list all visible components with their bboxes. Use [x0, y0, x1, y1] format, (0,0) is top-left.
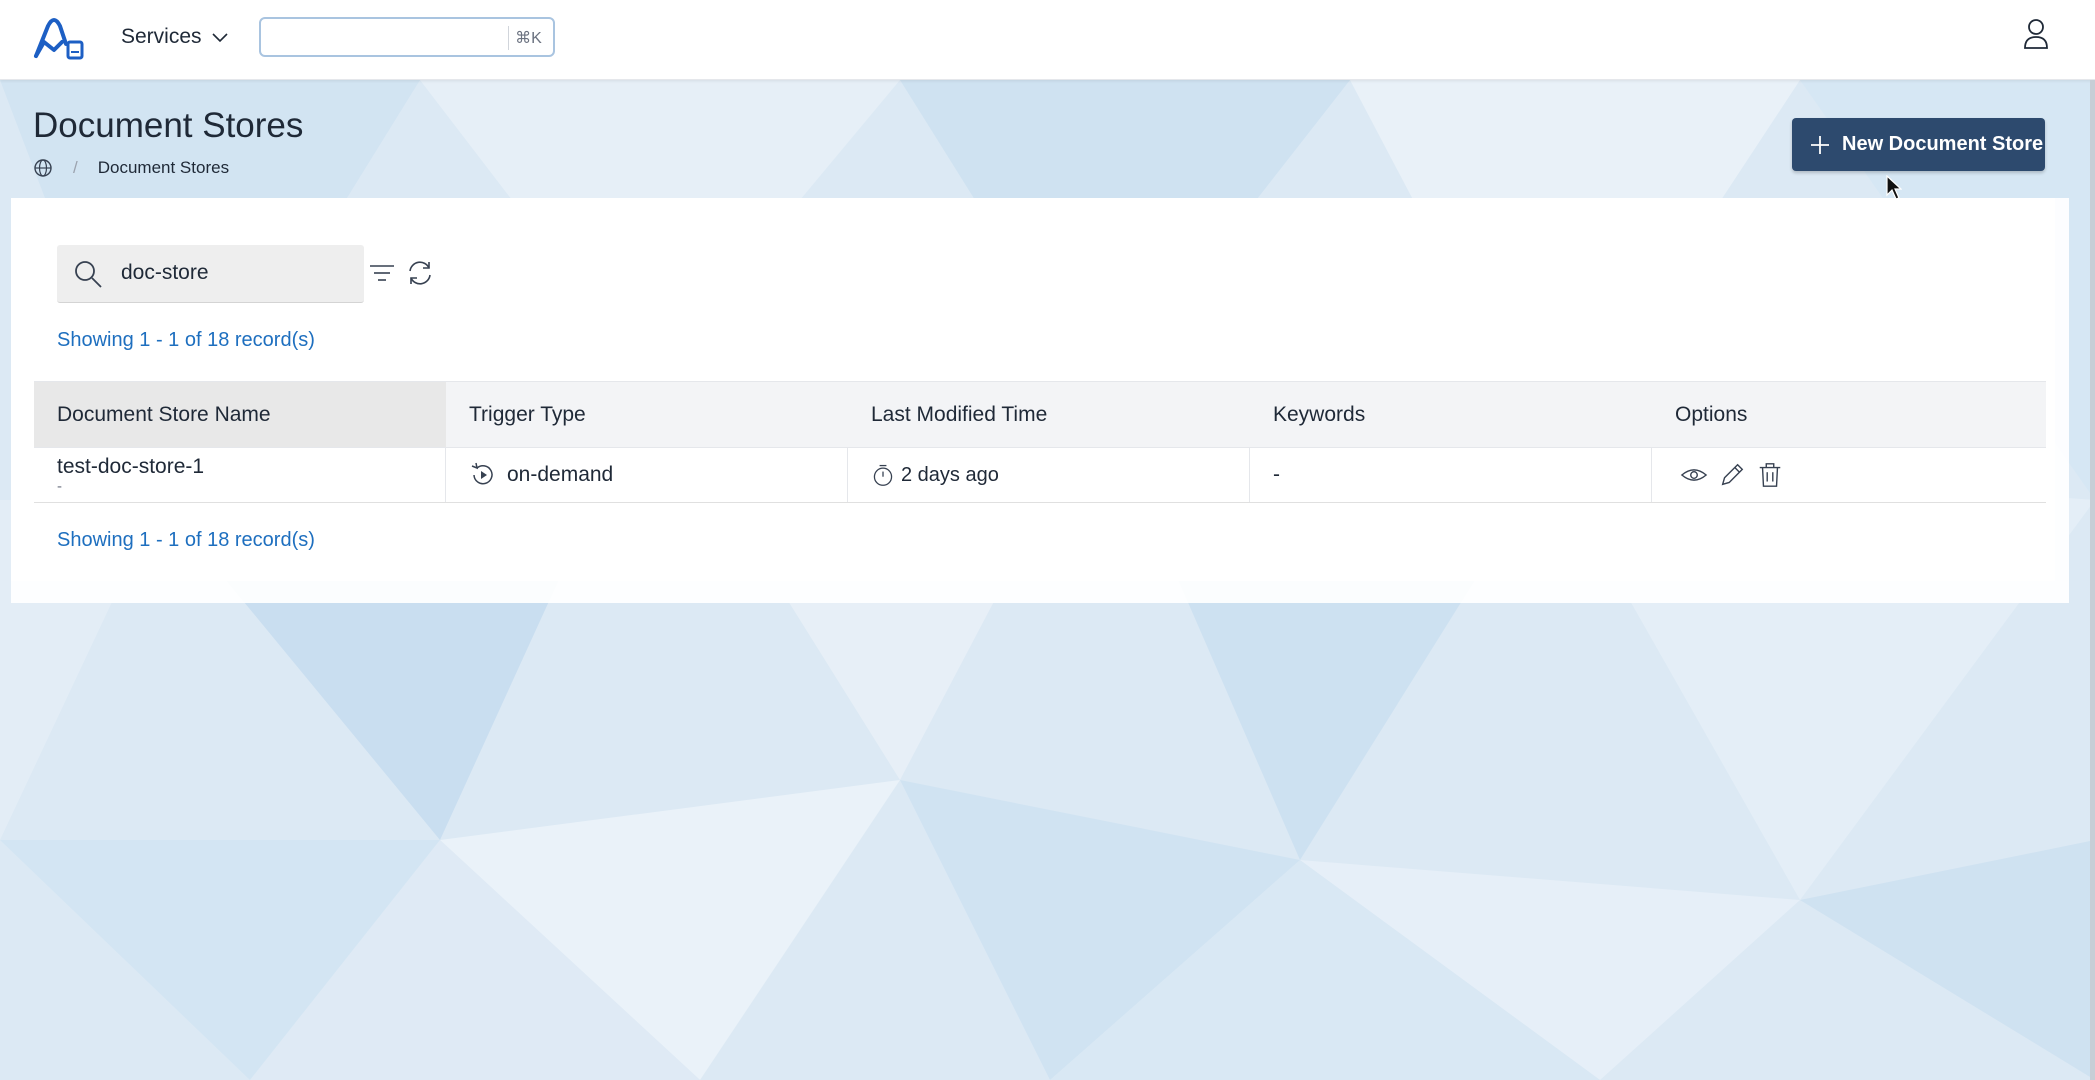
store-name: test-doc-store-1	[57, 455, 205, 478]
new-document-store-label: New Document Store	[1842, 133, 2044, 155]
search-shortcut-hint: ⌘K	[508, 26, 548, 50]
breadcrumb: / Document Stores	[33, 158, 229, 178]
table-row[interactable]: test-doc-store-1 - on-demand 2 days ago …	[34, 448, 2046, 503]
column-header-trigger-type[interactable]: Trigger Type	[446, 382, 848, 447]
globe-icon[interactable]	[33, 158, 53, 178]
view-icon[interactable]	[1680, 461, 1708, 489]
refresh-icon[interactable]	[405, 258, 435, 288]
panel-content: Showing 1 - 1 of 18 record(s) Document S…	[11, 198, 2055, 581]
document-stores-table: Document Store Name Trigger Type Last Mo…	[34, 381, 2046, 503]
table-header: Document Store Name Trigger Type Last Mo…	[34, 381, 2046, 448]
records-summary-top: Showing 1 - 1 of 18 record(s)	[57, 329, 315, 351]
chevron-down-icon	[211, 33, 228, 43]
cell-store-name[interactable]: test-doc-store-1 -	[34, 448, 446, 502]
services-menu[interactable]: Services	[121, 22, 230, 52]
column-header-keywords[interactable]: Keywords	[1250, 382, 1652, 447]
document-stores-panel: Showing 1 - 1 of 18 record(s) Document S…	[11, 198, 2069, 603]
stopwatch-icon	[873, 464, 893, 486]
history-play-icon	[471, 462, 493, 485]
breadcrumb-separator: /	[73, 158, 78, 177]
mouse-cursor-icon	[1886, 175, 1902, 200]
cell-keywords: -	[1250, 448, 1652, 502]
top-navigation-bar: Services ⌘K	[0, 0, 2095, 80]
brand-logo-icon[interactable]	[32, 12, 88, 62]
last-modified-value: 2 days ago	[901, 463, 999, 486]
cell-last-modified: 2 days ago	[848, 448, 1250, 502]
trigger-type-value: on-demand	[507, 463, 614, 486]
column-header-last-modified[interactable]: Last Modified Time	[848, 382, 1250, 447]
delete-icon[interactable]	[1756, 461, 1784, 489]
plus-icon	[1811, 135, 1829, 154]
page-scrollbar[interactable]	[2090, 80, 2095, 1080]
services-label: Services	[121, 25, 202, 48]
filter-icon[interactable]	[367, 258, 397, 288]
table-search-box[interactable]	[57, 245, 364, 303]
edit-icon[interactable]	[1718, 461, 1746, 489]
column-header-name[interactable]: Document Store Name	[34, 382, 446, 447]
column-header-options: Options	[1675, 402, 1748, 426]
user-profile-icon[interactable]	[2022, 18, 2050, 50]
new-document-store-button[interactable]: New Document Store	[1792, 118, 2045, 171]
search-icon	[75, 261, 102, 288]
store-description: -	[57, 478, 62, 495]
records-summary-bottom: Showing 1 - 1 of 18 record(s)	[57, 529, 315, 551]
breadcrumb-current: Document Stores	[97, 158, 230, 177]
cell-options	[1652, 448, 2046, 502]
page-title: Document Stores	[33, 106, 304, 145]
table-search-input[interactable]	[121, 253, 351, 293]
cell-trigger-type: on-demand	[446, 448, 848, 502]
keywords-value: -	[1273, 463, 1280, 486]
